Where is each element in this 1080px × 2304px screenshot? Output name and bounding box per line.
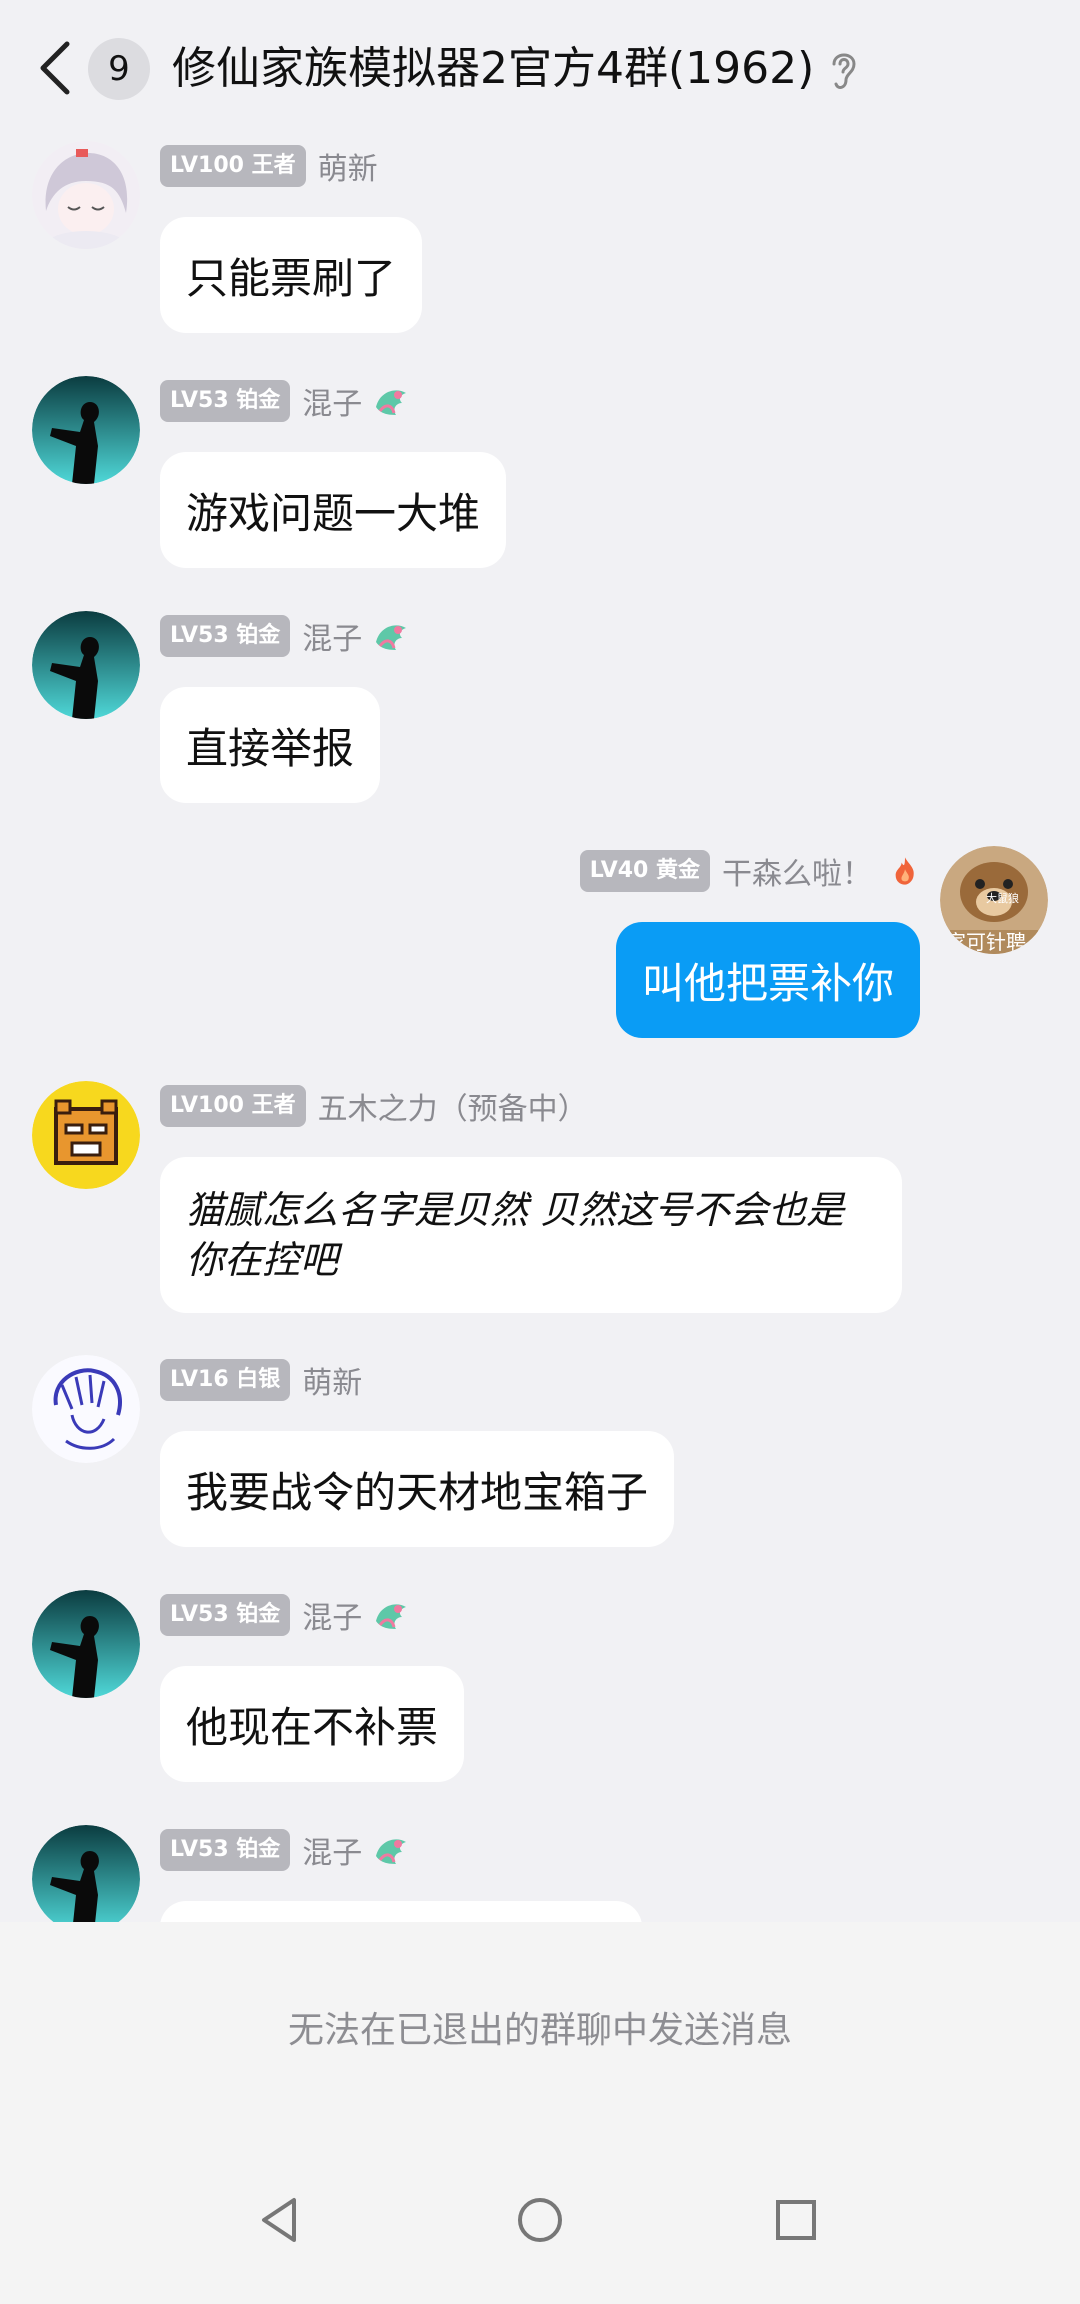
message-bubble[interactable]: 猫腻怎么名字是贝然 贝然这号不会也是你在控吧 <box>160 1157 902 1313</box>
unread-count-badge[interactable]: 9 <box>88 38 150 100</box>
sender-nickname[interactable]: 干森么啦！ <box>722 849 872 893</box>
pixel-cat-avatar-image <box>32 1081 140 1189</box>
silhouette-avatar-image <box>32 1825 140 1922</box>
dragon-title-icon <box>376 1839 407 1864</box>
message-bubble[interactable]: 他现在不补票 <box>160 1666 465 1782</box>
sender-nickname[interactable]: 混子 <box>302 379 362 423</box>
avatar[interactable] <box>32 1355 140 1463</box>
message-bubble[interactable]: 只能票刷了 <box>160 217 423 333</box>
avatar[interactable] <box>32 1825 140 1922</box>
dragon-title-icon <box>376 625 407 650</box>
sender-nickname[interactable]: 混子 <box>302 1593 362 1637</box>
fire-title-icon <box>895 857 914 885</box>
chevron-left-icon <box>40 41 70 95</box>
avatar[interactable] <box>32 141 140 249</box>
anime-girl-avatar-image <box>32 141 140 249</box>
message-bubble[interactable]: 游戏问题一大堆 <box>160 452 507 568</box>
avatar[interactable] <box>32 1590 140 1698</box>
chat-header: 9 修仙家族模拟器2官方4群(1962) <box>0 0 1080 135</box>
system-navigation-bar <box>0 2132 1080 2304</box>
dragon-title-icon <box>376 390 407 415</box>
silhouette-avatar-image <box>32 376 140 484</box>
level-badge: LV53 铂金 <box>160 1829 291 1871</box>
message-bubble[interactable]: 我要战令的天材地宝箱子 <box>160 1431 675 1547</box>
disabled-send-notice: 无法在已退出的群聊中发送消息 <box>287 2010 792 2051</box>
level-badge: LV53 铂金 <box>160 615 291 657</box>
level-badge: LV53 铂金 <box>160 380 291 422</box>
sender-nickname[interactable]: 萌新 <box>318 144 378 188</box>
avatar[interactable] <box>32 376 140 484</box>
dragon-title-icon <box>376 1604 407 1629</box>
message-bubble-self[interactable]: 叫他把票补你 <box>615 922 920 1038</box>
sender-nickname[interactable]: 混子 <box>302 614 362 658</box>
sender-nickname[interactable]: 混子 <box>302 1828 362 1872</box>
avatar[interactable] <box>32 1081 140 1189</box>
message-bubble[interactable]: 直接举报 <box>160 687 381 803</box>
silhouette-avatar-image <box>32 1590 140 1698</box>
avatar[interactable] <box>32 611 140 719</box>
circle-home-icon[interactable] <box>510 2190 570 2250</box>
avatar-caption-bottom: 家可针聘 <box>946 930 1026 954</box>
message-bubble[interactable] <box>160 1901 642 1922</box>
message-list[interactable]: LV100 王者 萌新 只能票刷了 LV53 铂金 混子 游戏问题一大堆 LV5… <box>0 135 1080 1922</box>
level-badge: LV40 黄金 <box>579 850 710 892</box>
level-badge: LV53 铂金 <box>160 1594 291 1636</box>
sketch-avatar-image <box>32 1355 140 1463</box>
avatar[interactable]: 大鼠狼 家可针聘 <box>940 846 1048 954</box>
chat-title[interactable]: 修仙家族模拟器2官方4群(1962) <box>172 38 814 100</box>
level-badge: LV100 王者 <box>160 1085 306 1127</box>
triangle-back-icon[interactable] <box>250 2190 310 2250</box>
silhouette-avatar-image <box>32 611 140 719</box>
ear-icon[interactable] <box>826 46 862 94</box>
composer-disabled-area: 无法在已退出的群聊中发送消息 <box>0 1922 1080 2132</box>
sender-nickname[interactable]: 萌新 <box>302 1358 362 1402</box>
sender-nickname[interactable]: 五木之力（预备中） <box>318 1084 588 1128</box>
avatar-caption-top: 大鼠狼 <box>986 892 1019 905</box>
back-button[interactable] <box>30 36 80 100</box>
level-badge: LV100 王者 <box>160 145 306 187</box>
square-recents-icon[interactable] <box>766 2190 826 2250</box>
level-badge: LV16 白银 <box>160 1359 291 1401</box>
